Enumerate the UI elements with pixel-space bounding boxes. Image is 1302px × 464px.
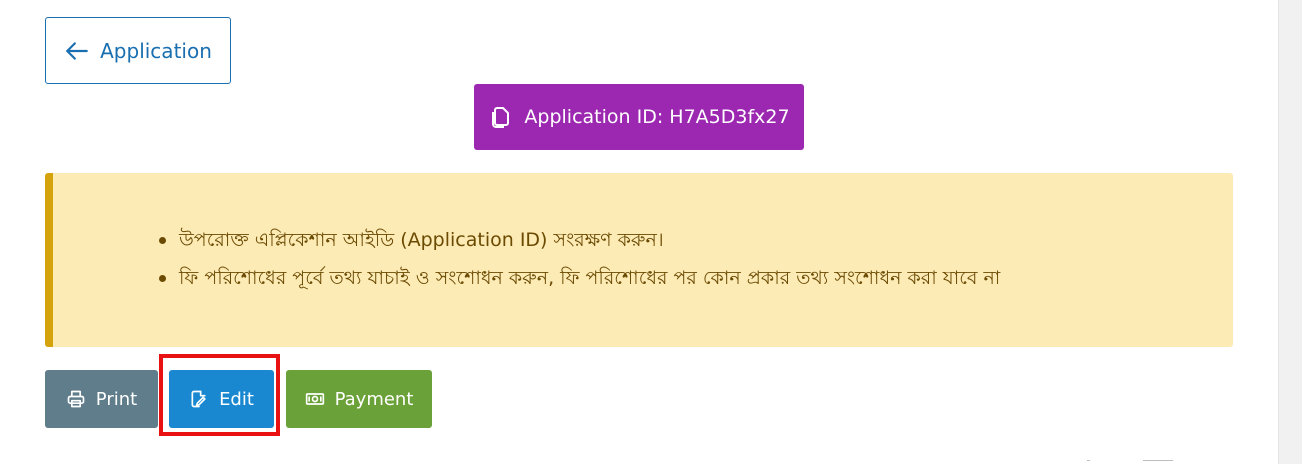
money-icon <box>305 393 324 405</box>
back-button-label: Application <box>100 38 212 63</box>
edit-button-label: Edit <box>219 388 254 410</box>
arrow-left-icon <box>66 41 88 60</box>
footer-faint-text <box>1085 457 1175 463</box>
print-button-label: Print <box>95 388 138 410</box>
printer-icon <box>67 390 85 408</box>
payment-button-label: Payment <box>334 388 414 410</box>
notice-alert: উপরোক্ত এপ্লিকেশান আইডি (Application ID)… <box>45 173 1233 347</box>
notice-item: উপরোক্ত এপ্লিকেশান আইডি (Application ID)… <box>159 225 1000 263</box>
print-button[interactable]: Print <box>45 370 158 428</box>
application-id-label: Application ID: H7A5D3fx27 <box>524 106 790 128</box>
vertical-scrollbar[interactable] <box>1278 0 1302 464</box>
notice-list: উপরোক্ত এপ্লিকেশান আইডি (Application ID)… <box>159 225 1000 301</box>
edit-icon <box>191 390 206 408</box>
payment-button[interactable]: Payment <box>286 370 432 428</box>
notice-item: ফি পরিশোধের পূর্বে তথ্য যাচাই ও সংশোধন ক… <box>159 263 1000 301</box>
edit-button[interactable]: Edit <box>169 370 274 428</box>
application-id-copy-button[interactable]: Application ID: H7A5D3fx27 <box>474 84 804 150</box>
back-to-application-button[interactable]: Application <box>45 17 231 84</box>
copy-icon <box>492 107 510 128</box>
